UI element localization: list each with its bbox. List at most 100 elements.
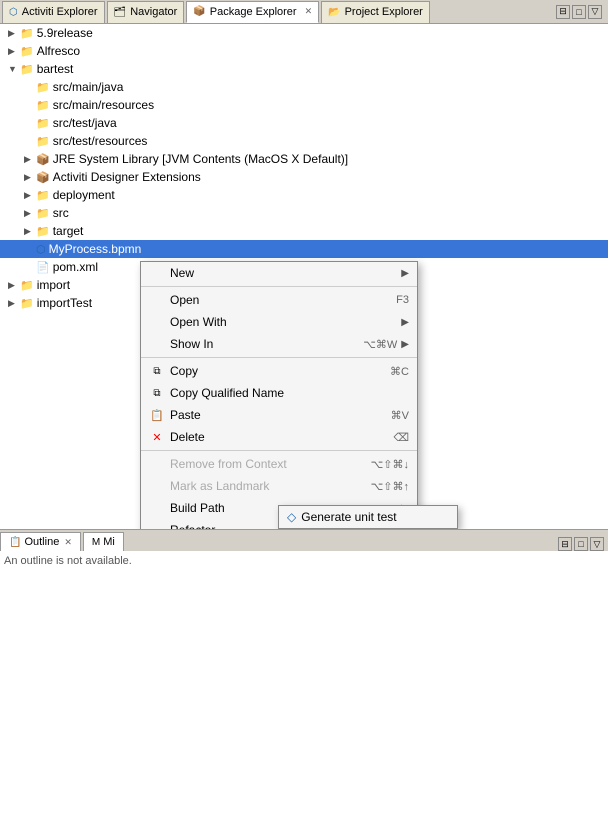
bottom-maximize-button[interactable]: □ [574,537,588,551]
cm-remove-context[interactable]: Remove from Context ⌥⇧⌘↓ [141,453,417,475]
tree-item-target[interactable]: ▶ 📁 target [0,222,608,240]
tree-label: Alfresco [37,44,80,58]
bottom-tab-bar: 📋 Outline ✕ M Mi ⊟ □ ▽ [0,529,608,551]
tree-arrow: ▶ [8,298,20,309]
tree-item-bartest[interactable]: ▼ 📁 bartest [0,60,608,78]
outline-close-icon[interactable]: ✕ [64,537,72,548]
mark-landmark-icon [149,478,165,494]
tab-project-explorer[interactable]: 📂 Project Explorer [321,1,430,23]
separator-3 [141,450,417,451]
generate-unit-test-item[interactable]: ◇ Generate unit test [279,506,457,528]
view-menu-button[interactable]: ▽ [588,5,602,19]
mi-icon: M [92,537,100,548]
tree-label: target [53,224,84,238]
cm-copy-qualified[interactable]: ⧉ Copy Qualified Name [141,382,417,404]
copy-icon: ⧉ [149,363,165,379]
new-icon [149,265,165,281]
copy-qualified-icon: ⧉ [149,385,165,401]
tab-activiti-explorer[interactable]: ⬡ Activiti Explorer [2,1,105,23]
tree-label: 5.9release [37,26,93,40]
tree-item-alfresco[interactable]: ▶ 📁 Alfresco [0,42,608,60]
tab-navigator[interactable]: 🗂 Navigator [107,1,185,23]
folder-icon: 📁 [36,207,50,220]
folder-icon: 📁 [36,225,50,238]
tree-arrow: ▶ [24,154,36,165]
tab-bar: ⬡ Activiti Explorer 🗂 Navigator 📦 Packag… [0,0,608,24]
tree-label: src [53,206,69,220]
tree-arrow: ▶ [24,208,36,219]
paste-icon: 📋 [149,407,165,423]
main-area: ▶ 📁 5.9release ▶ 📁 Alfresco ▼ 📁 bartest … [0,24,608,836]
open-icon [149,292,165,308]
folder-icon: 📁 [36,189,50,202]
tree-label: import [37,278,70,292]
cm-delete[interactable]: ✕ Delete ⌫ [141,426,417,448]
outline-content: An outline is not available. [0,551,608,836]
tree-item-src[interactable]: ▶ 📁 src [0,204,608,222]
bottom-minimize-button[interactable]: ⊟ [558,537,572,551]
tree-label: MyProcess.bpmn [49,242,142,256]
tab-label: Activiti Explorer [22,6,98,18]
tree-arrow: ▶ [24,190,36,201]
tree-label: JRE System Library [JVM Contents (MacOS … [53,152,348,166]
tree-arrow: ▶ [24,226,36,237]
generate-unit-test-icon: ◇ [287,510,296,524]
folder-icon: 📁 [20,27,34,40]
tab-package-explorer[interactable]: 📦 Package Explorer ✕ [186,1,319,23]
tree-item-src-test-res[interactable]: 📁 src/test/resources [0,132,608,150]
tree-arrow: ▶ [8,46,20,57]
panel-controls: ⊟ □ ▽ [556,5,606,19]
folder-icon: 📁 [36,135,50,148]
outline-text: An outline is not available. [4,555,132,567]
context-menu: New ▶ Open F3 Open With ▶ [140,261,418,529]
cm-show-in[interactable]: Show In ⌥⌘W ▶ [141,333,417,355]
tab-close-button[interactable]: ✕ [305,6,313,17]
navigator-icon: 🗂 [114,7,127,18]
folder-icon: 📁 [36,99,50,112]
tree-item-myprocess[interactable]: ⬡ MyProcess.bpmn [0,240,608,258]
tab-mi[interactable]: M Mi [83,532,124,551]
remove-context-icon [149,456,165,472]
tree-arrow: ▶ [8,280,20,291]
show-in-icon [149,336,165,352]
activiti-submenu: ◇ Generate unit test [278,505,458,529]
tree-item-deployment[interactable]: ▶ 📁 deployment [0,186,608,204]
folder-icon: 📁 [20,63,34,76]
cm-open[interactable]: Open F3 [141,289,417,311]
cm-copy[interactable]: ⧉ Copy ⌘C [141,360,417,382]
tree-label: Activiti Designer Extensions [53,170,201,184]
tree-item-src-main-res[interactable]: 📁 src/main/resources [0,96,608,114]
open-with-arrow: ▶ [401,317,409,328]
build-path-icon [149,500,165,516]
tree-arrow: ▶ [8,28,20,39]
tree-item-release[interactable]: ▶ 📁 5.9release [0,24,608,42]
bottom-area: 📋 Outline ✕ M Mi ⊟ □ ▽ An outline is not… [0,529,608,836]
bottom-view-menu-button[interactable]: ▽ [590,537,604,551]
bottom-panel-controls: ⊟ □ ▽ [558,537,608,551]
cm-new[interactable]: New ▶ [141,262,417,284]
maximize-button[interactable]: □ [572,5,586,19]
tab-label: Package Explorer [210,6,297,18]
tab-outline[interactable]: 📋 Outline ✕ [0,532,81,551]
cm-open-with[interactable]: Open With ▶ [141,311,417,333]
folder-icon: 📁 [36,81,50,94]
tree-arrow: ▶ [24,172,36,183]
cm-paste[interactable]: 📋 Paste ⌘V [141,404,417,426]
tree-item-src-test-java[interactable]: 📁 src/test/java [0,114,608,132]
tree-label: pom.xml [53,260,98,274]
submenu-arrow: ▶ [401,268,409,279]
project-explorer-icon: 📂 [328,7,340,18]
folder-icon: 📁 [20,45,34,58]
tree-label: src/main/java [53,80,124,94]
separator-1 [141,286,417,287]
tree-label: src/test/resources [53,134,148,148]
tree-item-activiti-ext[interactable]: ▶ 📦 Activiti Designer Extensions [0,168,608,186]
file-icon: 📄 [36,261,50,274]
tree-item-src-main-java[interactable]: 📁 src/main/java [0,78,608,96]
cm-mark-landmark[interactable]: Mark as Landmark ⌥⇧⌘↑ [141,475,417,497]
tree-arrow: ▼ [8,64,20,74]
tab-label: Project Explorer [345,6,423,18]
minimize-button[interactable]: ⊟ [556,5,570,19]
tree-item-jre[interactable]: ▶ 📦 JRE System Library [JVM Contents (Ma… [0,150,608,168]
tab-label: Navigator [130,6,177,18]
